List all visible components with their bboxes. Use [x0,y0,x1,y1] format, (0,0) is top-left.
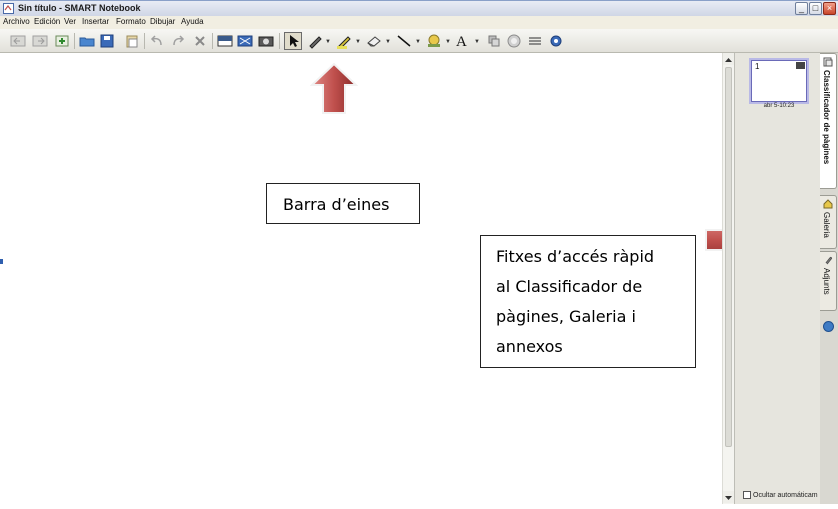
callout-line: pàgines, Galeria i [496,307,636,326]
tab-page-sorter-label: Classificador de pàgines [822,70,831,165]
eraser-icon[interactable] [366,33,382,49]
menu-dibujar[interactable]: Dibujar [150,17,175,26]
shape-icon[interactable] [426,33,442,49]
smart-notebook-app-icon [3,3,14,14]
panel-options-icon[interactable] [823,321,834,332]
quick-tabs-callout: Fitxes d’accés ràpid al Classificador de… [480,235,696,368]
undo-icon[interactable] [149,33,165,49]
tab-strip: Classificador de pàgines Galeria Adjunts [820,53,838,504]
toolbar: ▼ ▼ ▼ ▼ ▼ A ▼ [0,29,838,53]
capture-icon[interactable] [258,33,274,49]
text-tool-glyph: A [456,34,467,50]
tab-page-sorter[interactable]: Classificador de pàgines [820,53,837,189]
full-screen-icon[interactable] [237,33,253,49]
chevron-down-icon [725,496,732,500]
vertical-scrollbar[interactable] [722,53,734,504]
window-title: Sin título - SMART Notebook [18,3,141,13]
line-dropdown-icon[interactable]: ▼ [415,39,421,45]
scroll-up-button[interactable] [723,53,734,65]
select-icon [290,35,299,47]
scroll-thumb[interactable] [725,67,732,447]
screen-shade-icon[interactable] [217,33,233,49]
redo-icon[interactable] [170,33,186,49]
delete-icon[interactable] [192,33,208,49]
page-menu-icon[interactable] [796,62,805,69]
highlighter-icon[interactable] [336,33,352,49]
autohide-checkbox[interactable] [743,491,751,499]
text-dropdown-icon[interactable]: ▼ [474,39,480,45]
page-label: abr 5-10:23 [763,103,795,109]
toolbar-separator [212,33,213,49]
close-button[interactable]: × [823,2,836,15]
callout-line: annexos [496,337,563,356]
open-icon[interactable] [79,33,95,49]
minimize-button[interactable]: _ [795,2,808,15]
toolbar-separator [279,33,280,49]
tab-attachments-label: Adjunts [822,268,831,295]
tab-gallery[interactable]: Galeria [820,195,837,249]
chevron-up-icon [725,58,732,62]
callout-line: al Classificador de [496,277,643,296]
toolbar-separator [74,33,75,49]
title-bar: Sin título - SMART Notebook _ □ × [0,0,838,16]
line-icon[interactable] [396,33,412,49]
scroll-down-button[interactable] [723,491,734,503]
highlighter-dropdown-icon[interactable]: ▼ [355,39,361,45]
forward-icon[interactable] [32,33,48,49]
selection-handle[interactable] [0,259,3,264]
pen-dropdown-icon[interactable]: ▼ [325,39,331,45]
minimize-icon: _ [798,3,804,13]
properties-icon[interactable] [527,33,543,49]
save-icon[interactable] [99,33,115,49]
toolbar-separator [144,33,145,49]
menu-formato[interactable]: Formato [116,17,146,26]
pen-icon[interactable] [307,33,323,49]
maximize-button[interactable]: □ [809,2,822,15]
page-number: 1 [755,62,760,71]
table-icon[interactable] [486,33,502,49]
back-icon[interactable] [10,33,26,49]
close-icon: × [826,3,833,13]
menu-edicion[interactable]: Edición [34,17,60,26]
text-icon[interactable]: A [456,33,472,50]
select-tool-button[interactable] [284,32,302,50]
add-page-icon[interactable] [54,33,70,49]
gallery-icon [823,199,833,209]
fill-icon[interactable] [506,33,522,49]
whiteboard-canvas[interactable]: Barra d’eines Fitxes d’accés ràpid al Cl… [0,53,768,504]
page-sorter-panel: 1 abr 5-10:23 Ocultar automáticam [734,53,820,504]
tab-attachments[interactable]: Adjunts [820,251,837,311]
help-icon[interactable] [548,33,564,49]
toolbar-callout: Barra d’eines [266,183,420,224]
eraser-dropdown-icon[interactable]: ▼ [385,39,391,45]
autohide-option[interactable]: Ocultar automáticam [743,491,818,499]
page-thumbnail[interactable]: 1 [751,60,807,102]
menu-insertar[interactable]: Insertar [82,17,109,26]
tab-gallery-label: Galeria [822,212,831,238]
shape-dropdown-icon[interactable]: ▼ [445,39,451,45]
toolbar-callout-text: Barra d’eines [283,195,390,214]
menu-ver[interactable]: Ver [64,17,76,26]
page-sorter-icon [823,57,833,67]
callout-line: Fitxes d’accés ràpid [496,247,655,266]
autohide-label: Ocultar automáticam [753,491,818,499]
menu-bar: Archivo Edición Ver Insertar Formato Dib… [0,16,838,29]
menu-archivo[interactable]: Archivo [3,17,30,26]
attachments-icon [825,256,833,265]
up-arrow-icon [310,63,358,114]
menu-ayuda[interactable]: Ayuda [181,17,204,26]
maximize-icon: □ [812,3,819,13]
paste-icon[interactable] [124,33,140,49]
